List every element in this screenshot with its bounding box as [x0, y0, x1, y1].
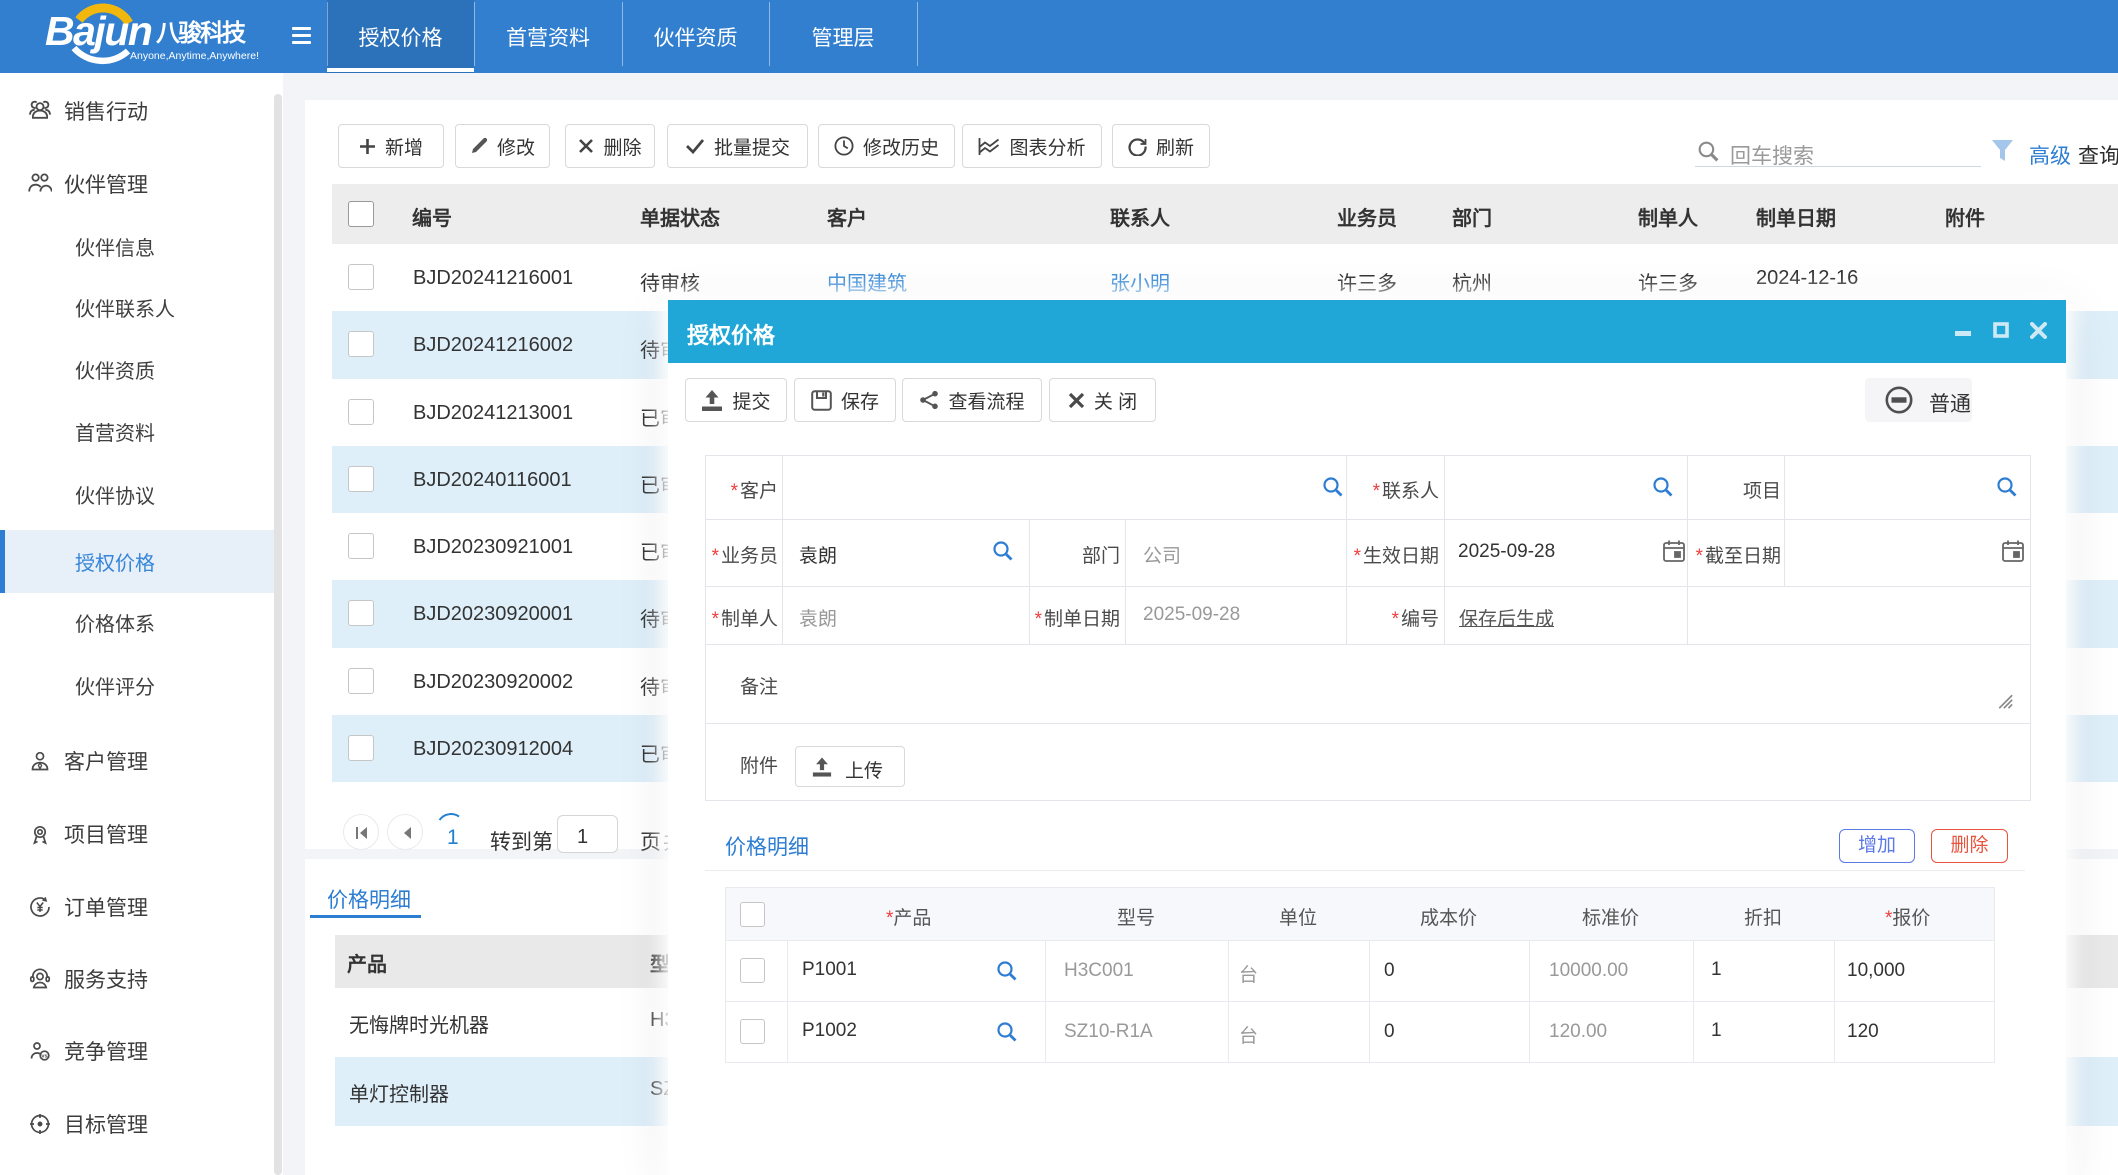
svg-text:Anyone,Anytime,Anywhere!: Anyone,Anytime,Anywhere!: [130, 50, 259, 62]
svg-text:八骏科技: 八骏科技: [156, 19, 247, 47]
svg-text:vs: vs: [41, 1054, 47, 1060]
svg-text:Bajun: Bajun: [45, 8, 152, 54]
